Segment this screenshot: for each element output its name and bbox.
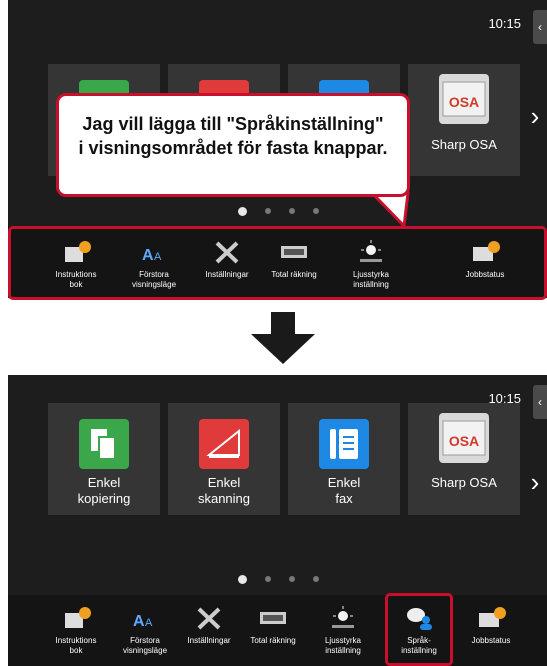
tile-fax[interactable]: Enkel fax bbox=[288, 403, 400, 515]
page-dot-active bbox=[238, 575, 247, 584]
bar-button-counter[interactable]: Total räkning bbox=[240, 606, 306, 646]
text-enlarge-icon: AA bbox=[130, 606, 160, 630]
page-indicator bbox=[238, 575, 319, 584]
bar-button-label-2: bok bbox=[69, 280, 83, 289]
tools-icon bbox=[194, 606, 224, 630]
counter-icon bbox=[258, 606, 288, 630]
bar-button-label-2: visningsläge bbox=[122, 646, 168, 655]
svg-text:A: A bbox=[133, 613, 145, 630]
bar-button-label: Jobbstatus bbox=[465, 270, 505, 279]
bar-button-brightness[interactable]: Ljusstyrka inställning bbox=[310, 606, 376, 656]
page-dot bbox=[265, 576, 271, 582]
bar-button-manual[interactable]: Instruktions bok bbox=[43, 606, 109, 656]
bar-button-label: Total räkning bbox=[271, 270, 317, 279]
bar-button-label: Ljusstyrka bbox=[324, 636, 361, 645]
bar-button-label: Inställningar bbox=[187, 636, 231, 645]
bar-button-label: Språk- bbox=[407, 636, 431, 645]
tile-label: Sharp OSA bbox=[431, 475, 497, 490]
bar-button-counter[interactable]: Total räkning bbox=[261, 240, 327, 280]
page-dot bbox=[313, 576, 319, 582]
tile-label-1: Enkel bbox=[207, 475, 241, 490]
svg-text:A: A bbox=[145, 617, 153, 629]
tile-copy[interactable]: Enkel kopiering bbox=[48, 403, 160, 515]
bar-button-job-status[interactable]: Jobbstatus bbox=[452, 240, 518, 280]
next-page-arrow[interactable]: › bbox=[525, 467, 545, 498]
bar-button-label-2: visningsläge bbox=[131, 280, 177, 289]
callout-line-2: i visningsområdet för fasta knappar. bbox=[78, 138, 388, 158]
scan-icon bbox=[199, 419, 249, 469]
sharp-osa-icon: OSA bbox=[439, 413, 489, 463]
brightness-icon bbox=[356, 240, 386, 264]
tools-icon bbox=[212, 240, 242, 264]
bar-button-label: Förstora bbox=[130, 636, 160, 645]
tile-label: Enkel kopiering bbox=[48, 475, 160, 507]
tile-label-2: skanning bbox=[197, 491, 251, 506]
counter-icon bbox=[279, 240, 309, 264]
callout-box: Jag vill lägga till "Språkinställning" i… bbox=[56, 93, 410, 197]
bar-button-label: Instruktions bbox=[55, 636, 97, 645]
bar-button-settings[interactable]: Inställningar bbox=[194, 240, 260, 280]
bar-button-label-2: bok bbox=[69, 646, 83, 655]
bar-button-job-status[interactable]: Jobbstatus bbox=[458, 606, 524, 646]
bar-button-enlarge[interactable]: AA Förstora visningsläge bbox=[112, 606, 178, 656]
bar-button-manual[interactable]: Instruktions bok bbox=[43, 240, 109, 290]
tile-sharp-osa[interactable]: OSA Sharp OSA bbox=[408, 403, 520, 515]
language-icon bbox=[404, 606, 434, 630]
bar-button-label: Jobbstatus bbox=[471, 636, 511, 645]
tile-label: Enkel skanning bbox=[168, 475, 280, 507]
callout-text: Jag vill lägga till "Språkinställning" i… bbox=[59, 112, 407, 160]
tile-scan[interactable]: Enkel skanning bbox=[168, 403, 280, 515]
bar-button-language[interactable]: Språk- inställning bbox=[386, 606, 452, 656]
tile-label: Enkel fax bbox=[288, 475, 400, 507]
svg-text:A: A bbox=[142, 247, 154, 264]
tile-label-1: Enkel bbox=[327, 475, 361, 490]
tile-label-1: Enkel bbox=[87, 475, 121, 490]
tile-label-2: fax bbox=[335, 491, 353, 506]
side-panel-tab[interactable]: ‹ bbox=[533, 385, 547, 419]
fax-icon bbox=[319, 419, 369, 469]
text-enlarge-icon: AA bbox=[139, 240, 169, 264]
arrow-down-icon bbox=[251, 312, 315, 364]
bar-button-label-2: inställning bbox=[401, 646, 437, 655]
bar-button-label: Inställningar bbox=[205, 270, 249, 279]
job-status-icon bbox=[470, 240, 500, 264]
bar-button-enlarge[interactable]: AA Förstora visningsläge bbox=[121, 240, 187, 290]
job-status-icon bbox=[476, 606, 506, 630]
bar-button-label-2: inställning bbox=[353, 280, 389, 289]
bar-button-brightness[interactable]: Ljusstyrka inställning bbox=[338, 240, 404, 290]
brightness-icon bbox=[328, 606, 358, 630]
svg-text:A: A bbox=[154, 251, 162, 263]
bar-button-label-2: inställning bbox=[325, 646, 361, 655]
callout-line-1: Jag vill lägga till "Språkinställning" bbox=[82, 114, 384, 134]
svg-text:OSA: OSA bbox=[449, 433, 479, 449]
book-help-icon bbox=[61, 606, 91, 630]
bar-button-label: Ljusstyrka bbox=[352, 270, 389, 279]
bar-button-settings[interactable]: Inställningar bbox=[176, 606, 242, 646]
book-help-icon bbox=[61, 240, 91, 264]
tile-label-2: kopiering bbox=[77, 491, 131, 506]
bar-button-label: Instruktions bbox=[55, 270, 97, 279]
bar-button-label: Total räkning bbox=[250, 636, 296, 645]
bar-button-label: Förstora bbox=[139, 270, 169, 279]
copy-icon bbox=[79, 419, 129, 469]
page-dot bbox=[289, 576, 295, 582]
